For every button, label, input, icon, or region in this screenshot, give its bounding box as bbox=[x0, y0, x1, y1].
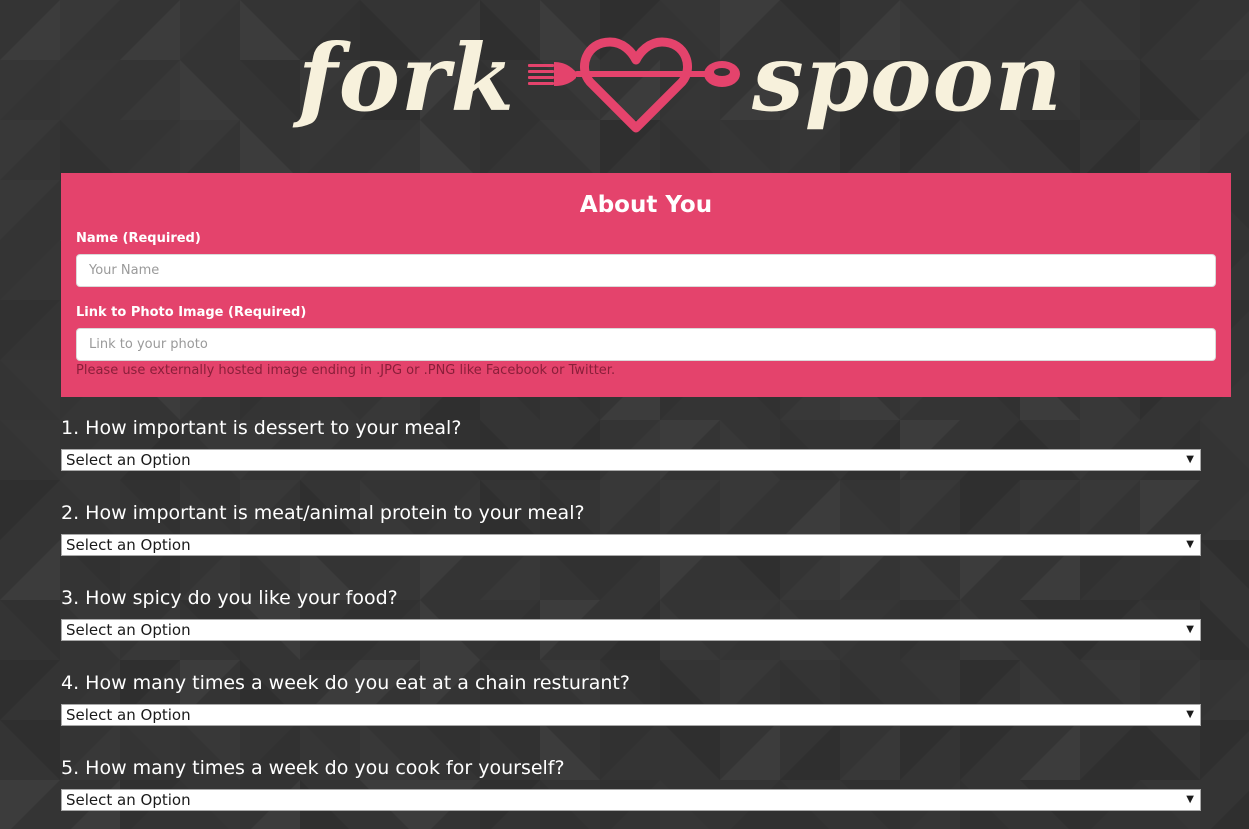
background-triangle bbox=[1140, 0, 1200, 60]
background-triangle bbox=[60, 60, 120, 120]
background-triangle bbox=[1200, 120, 1249, 180]
chevron-down-icon: ▼ bbox=[1186, 794, 1194, 805]
heart-fork-spoon-icon bbox=[528, 37, 740, 133]
background-triangle bbox=[120, 120, 180, 180]
background-triangle bbox=[0, 360, 60, 420]
background-triangle bbox=[1080, 0, 1140, 60]
about-you-panel: About You Name (Required) Link to Photo … bbox=[61, 173, 1231, 397]
background-triangle bbox=[0, 600, 60, 660]
chevron-down-icon: ▼ bbox=[1186, 539, 1194, 550]
select-value: Select an Option bbox=[66, 536, 191, 554]
logo-word-spoon: spoon bbox=[752, 24, 1063, 132]
question-5-select[interactable]: Select an Option ▼ bbox=[61, 789, 1201, 811]
question-label: 3. How spicy do you like your food? bbox=[61, 587, 398, 609]
select-value: Select an Option bbox=[66, 451, 191, 469]
question-1-select[interactable]: Select an Option ▼ bbox=[61, 449, 1201, 471]
logo-word-fork: fork bbox=[298, 24, 516, 132]
panel-title: About You bbox=[579, 192, 713, 218]
background-triangle bbox=[60, 0, 120, 60]
background-triangle bbox=[1140, 60, 1200, 120]
question-4-select[interactable]: Select an Option ▼ bbox=[61, 704, 1201, 726]
background-triangle bbox=[0, 240, 60, 300]
background-triangle bbox=[0, 420, 60, 480]
background-triangle bbox=[1200, 11, 1249, 60]
background-triangle bbox=[0, 120, 60, 180]
question-1: 1. How important is dessert to your meal… bbox=[61, 416, 1201, 471]
name-input[interactable] bbox=[76, 254, 1216, 287]
background-triangle bbox=[0, 300, 60, 360]
background-triangle bbox=[1200, 491, 1249, 540]
background-triangle bbox=[0, 60, 60, 120]
select-value: Select an Option bbox=[66, 621, 191, 639]
select-value: Select an Option bbox=[66, 706, 191, 724]
background-triangle bbox=[0, 660, 60, 720]
question-label: 2. How important is meat/animal protein … bbox=[61, 502, 585, 524]
question-label: 4. How many times a week do you eat at a… bbox=[61, 672, 630, 694]
background-triangle bbox=[1140, 120, 1200, 180]
background-triangle bbox=[0, 720, 60, 780]
select-value: Select an Option bbox=[66, 791, 191, 809]
background-triangle bbox=[0, 180, 60, 240]
background-triangle bbox=[1200, 671, 1249, 720]
background-triangle bbox=[1200, 600, 1249, 660]
question-2: 2. How important is meat/animal protein … bbox=[61, 501, 1201, 556]
photo-link-input[interactable] bbox=[76, 328, 1216, 361]
background-triangle bbox=[120, 60, 180, 120]
background-triangle bbox=[0, 780, 60, 829]
background-triangle bbox=[180, 0, 240, 60]
question-3: 3. How spicy do you like your food? Sele… bbox=[61, 586, 1201, 641]
chevron-down-icon: ▼ bbox=[1186, 709, 1194, 720]
background-triangle bbox=[1200, 420, 1249, 469]
background-triangle bbox=[1200, 720, 1249, 780]
name-label: Name (Required) bbox=[76, 231, 201, 246]
background-triangle bbox=[60, 120, 120, 180]
background-triangle bbox=[0, 0, 60, 60]
background-triangle bbox=[180, 120, 240, 180]
question-2-select[interactable]: Select an Option ▼ bbox=[61, 534, 1201, 556]
question-label: 1. How important is dessert to your meal… bbox=[61, 417, 462, 439]
background-triangle bbox=[1211, 791, 1249, 829]
background-triangle bbox=[120, 0, 180, 60]
question-4: 4. How many times a week do you eat at a… bbox=[61, 671, 1201, 726]
background-triangle bbox=[1200, 71, 1249, 120]
background-triangle bbox=[0, 540, 60, 600]
question-5: 5. How many times a week do you cook for… bbox=[61, 756, 1201, 811]
photo-help-text: Please use externally hosted image endin… bbox=[76, 363, 616, 378]
photo-link-label: Link to Photo Image (Required) bbox=[76, 305, 307, 320]
question-label: 5. How many times a week do you cook for… bbox=[61, 757, 565, 779]
chevron-down-icon: ▼ bbox=[1186, 454, 1194, 465]
background-triangle bbox=[1080, 60, 1140, 120]
background-triangle bbox=[1200, 540, 1249, 589]
background-triangle bbox=[1080, 120, 1140, 180]
background-triangle bbox=[180, 60, 240, 120]
chevron-down-icon: ▼ bbox=[1186, 624, 1194, 635]
background-triangle bbox=[0, 480, 60, 540]
fork-spoon-logo: fork spoon bbox=[280, 18, 1070, 158]
question-3-select[interactable]: Select an Option ▼ bbox=[61, 619, 1201, 641]
